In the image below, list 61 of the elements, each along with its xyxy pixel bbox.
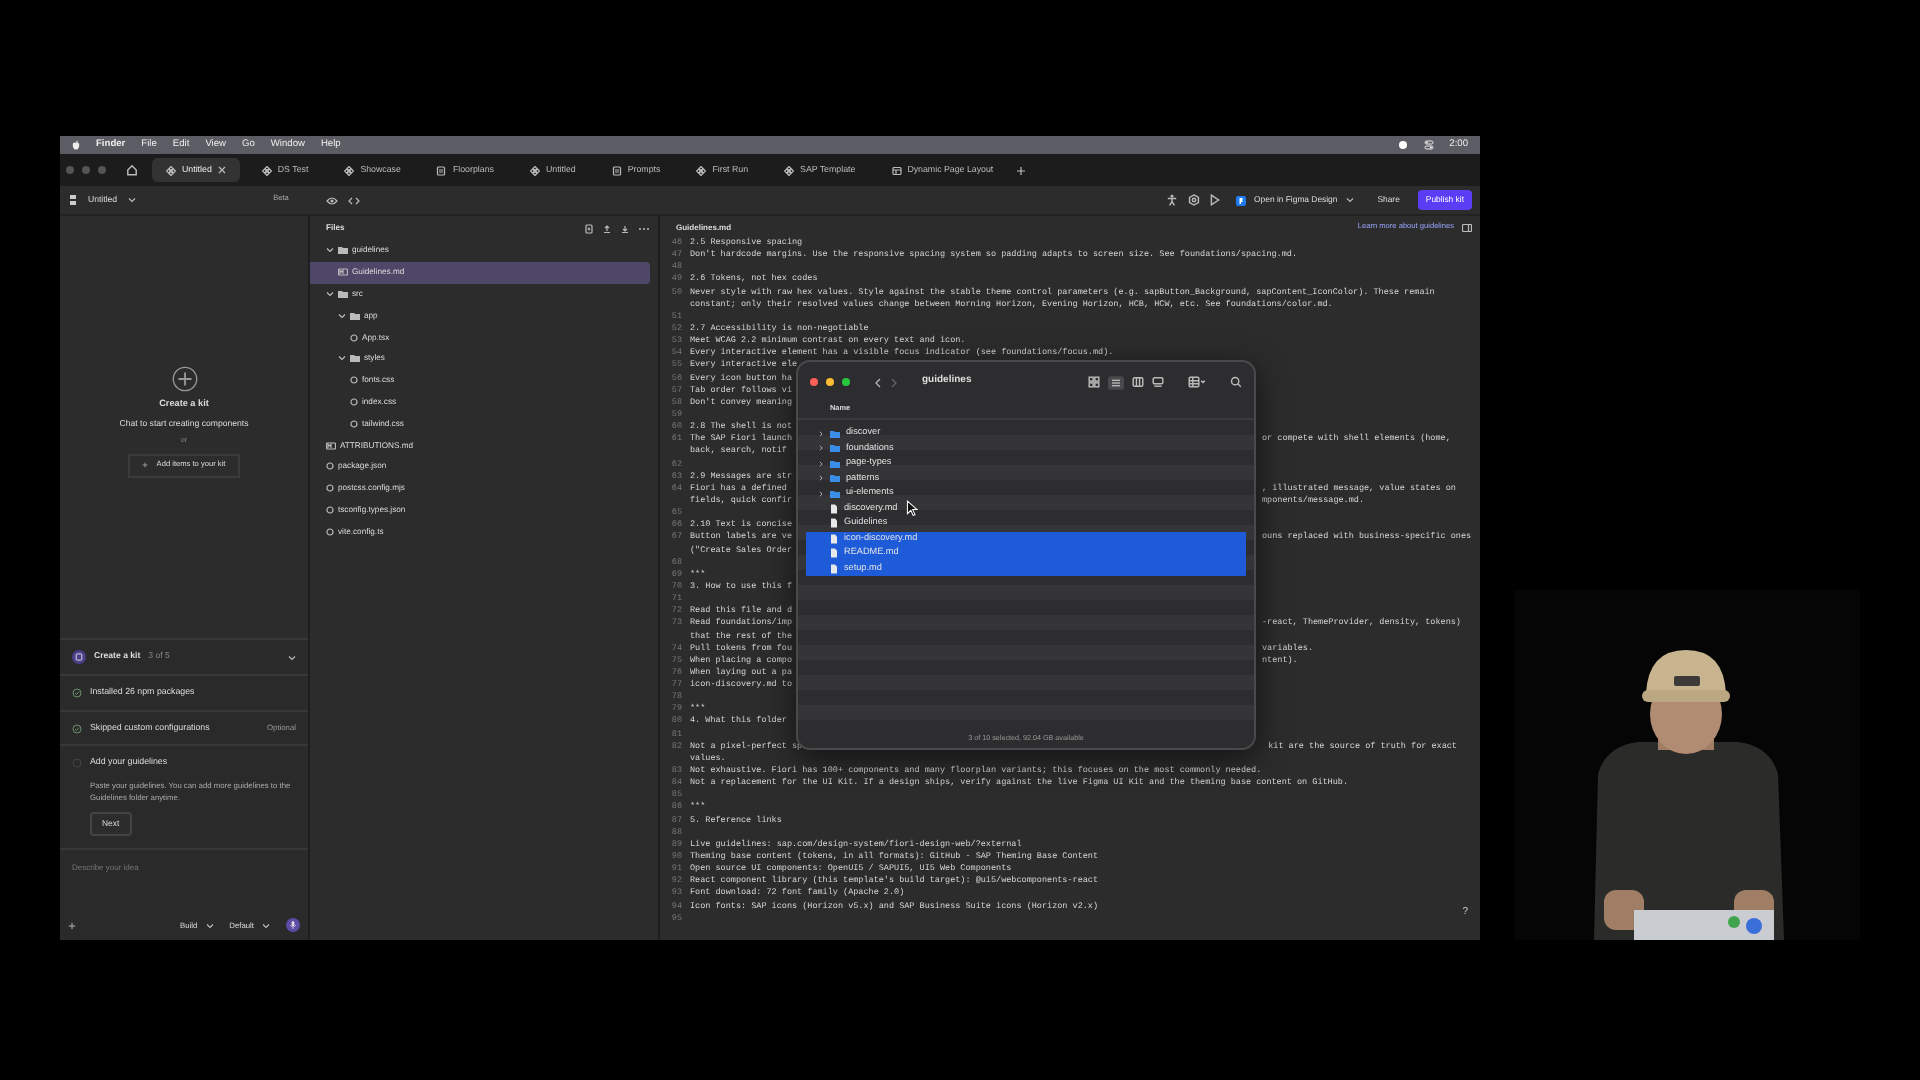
sidebar-toggle-icon[interactable] xyxy=(1462,223,1472,231)
eye-icon[interactable] xyxy=(326,195,339,205)
apple-icon[interactable] xyxy=(72,140,80,150)
folder-icon xyxy=(338,246,348,255)
file-icon xyxy=(350,376,358,385)
upload-icon[interactable] xyxy=(602,223,612,233)
component-icon xyxy=(261,165,272,175)
file-icon xyxy=(326,484,334,493)
markdown-icon xyxy=(338,268,348,277)
folder-icon xyxy=(350,354,360,363)
caret-icon xyxy=(262,921,270,929)
list-view-icon[interactable] xyxy=(1108,375,1124,389)
add-circle-icon xyxy=(171,366,197,392)
component-icon xyxy=(166,165,176,175)
microphone-button-icon[interactable] xyxy=(286,918,300,932)
kit-icon xyxy=(72,650,86,665)
accessibility-icon[interactable] xyxy=(1166,194,1179,206)
gallery-view-icon[interactable] xyxy=(1152,376,1164,388)
column-view-icon[interactable] xyxy=(1132,376,1144,388)
home-icon[interactable] xyxy=(126,164,138,176)
component-icon xyxy=(696,165,707,175)
component-icon xyxy=(784,165,795,175)
toggle-icon[interactable] xyxy=(1397,140,1408,150)
caret-icon xyxy=(127,196,136,204)
code-icon[interactable] xyxy=(348,195,361,205)
play-icon[interactable] xyxy=(1210,194,1221,206)
cursor-icon xyxy=(905,500,918,517)
caret-icon xyxy=(205,921,214,929)
zoom-button[interactable] xyxy=(842,378,850,386)
file-icon xyxy=(326,462,334,471)
logo-icon[interactable] xyxy=(68,194,78,206)
download-icon[interactable] xyxy=(620,223,630,233)
figma-logo-icon xyxy=(1236,195,1247,205)
file-icon xyxy=(326,505,334,514)
markdown-icon xyxy=(326,441,336,450)
minimize-button[interactable] xyxy=(826,378,834,386)
back-icon[interactable] xyxy=(874,377,882,387)
caret-icon xyxy=(1345,196,1354,204)
new-tab-icon[interactable] xyxy=(1015,165,1026,175)
file-icon xyxy=(350,419,358,428)
forward-icon[interactable] xyxy=(890,377,898,387)
document-icon xyxy=(436,165,447,175)
new-file-icon[interactable] xyxy=(584,223,594,233)
folder-icon xyxy=(350,311,360,320)
folder-icon xyxy=(338,289,348,298)
settings-icon[interactable] xyxy=(1188,194,1201,206)
file-icon xyxy=(350,333,358,342)
document-icon xyxy=(611,165,622,175)
plus-icon xyxy=(142,462,149,469)
component-icon xyxy=(529,165,540,175)
group-icon[interactable] xyxy=(1188,376,1206,388)
file-icon xyxy=(326,527,334,536)
search-icon[interactable] xyxy=(1230,376,1242,388)
component-icon xyxy=(344,165,355,175)
close-icon[interactable] xyxy=(217,166,226,174)
layout-icon xyxy=(891,165,902,175)
icon-view-icon[interactable] xyxy=(1088,376,1100,388)
attach-icon[interactable] xyxy=(68,921,76,929)
close-button[interactable] xyxy=(810,378,818,386)
control-center-icon[interactable] xyxy=(1423,140,1434,150)
file-icon xyxy=(350,397,358,406)
